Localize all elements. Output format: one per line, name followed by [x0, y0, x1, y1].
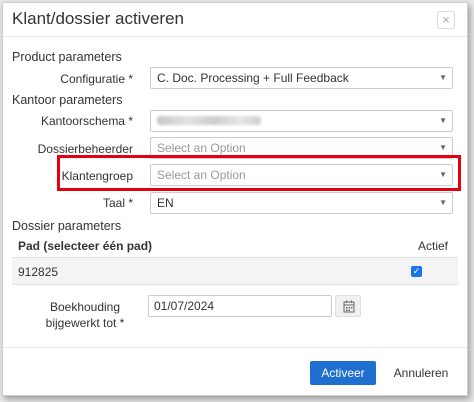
- klantengroep-select[interactable]: Select an Option ▼: [150, 164, 453, 186]
- dialog-title: Klant/dossier activeren: [12, 9, 184, 28]
- boekhouding-date-input[interactable]: 01/07/2024: [148, 295, 332, 317]
- dialog-header: Klant/dossier activeren ×: [3, 3, 467, 37]
- table-header: Pad (selecteer één pad) Actief: [12, 239, 458, 257]
- dossierbeheerder-label: Dossierbeheerder: [37, 142, 133, 156]
- klantengroep-placeholder: Select an Option: [157, 168, 246, 182]
- chevron-down-icon: ▼: [439, 170, 447, 179]
- klantengroep-label: Klantengroep: [61, 169, 133, 183]
- taal-select[interactable]: EN ▼: [150, 192, 453, 214]
- dossierbeheerder-placeholder: Select an Option: [157, 141, 246, 155]
- chevron-down-icon: ▼: [439, 198, 447, 207]
- column-header-actief: Actief: [417, 239, 448, 253]
- configuratie-value: C. Doc. Processing + Full Feedback: [157, 71, 349, 85]
- calendar-icon: [343, 300, 355, 313]
- annuleren-button[interactable]: Annuleren: [388, 361, 454, 385]
- chevron-down-icon: ▼: [439, 116, 447, 125]
- configuratie-label: Configuratie *: [60, 72, 133, 86]
- redacted-value: [157, 116, 261, 125]
- table-row[interactable]: 912825 ✓: [12, 257, 458, 285]
- activeer-button[interactable]: Activeer: [310, 361, 376, 385]
- activate-dialog: Klant/dossier activeren × Product parame…: [2, 2, 468, 396]
- taal-value: EN: [157, 196, 174, 210]
- close-button[interactable]: ×: [437, 11, 455, 29]
- kantoorschema-select[interactable]: ▼: [150, 110, 453, 132]
- column-header-pad: Pad (selecteer één pad): [18, 239, 153, 253]
- configuratie-select[interactable]: C. Doc. Processing + Full Feedback ▼: [150, 67, 453, 89]
- taal-label: Taal *: [102, 196, 133, 210]
- kantoorschema-label: Kantoorschema *: [40, 114, 133, 128]
- section-kantoor-parameters: Kantoor parameters: [12, 93, 123, 107]
- dialog-footer: Activeer Annuleren: [3, 347, 467, 395]
- section-product-parameters: Product parameters: [12, 50, 122, 64]
- section-dossier-parameters: Dossier parameters: [12, 219, 122, 233]
- pad-cell: 912825: [18, 265, 59, 279]
- actief-checkbox[interactable]: ✓: [411, 266, 422, 277]
- calendar-button[interactable]: [335, 295, 361, 317]
- boekhouding-label: Boekhouding bijgewerkt tot *: [45, 300, 125, 330]
- chevron-down-icon: ▼: [439, 73, 447, 82]
